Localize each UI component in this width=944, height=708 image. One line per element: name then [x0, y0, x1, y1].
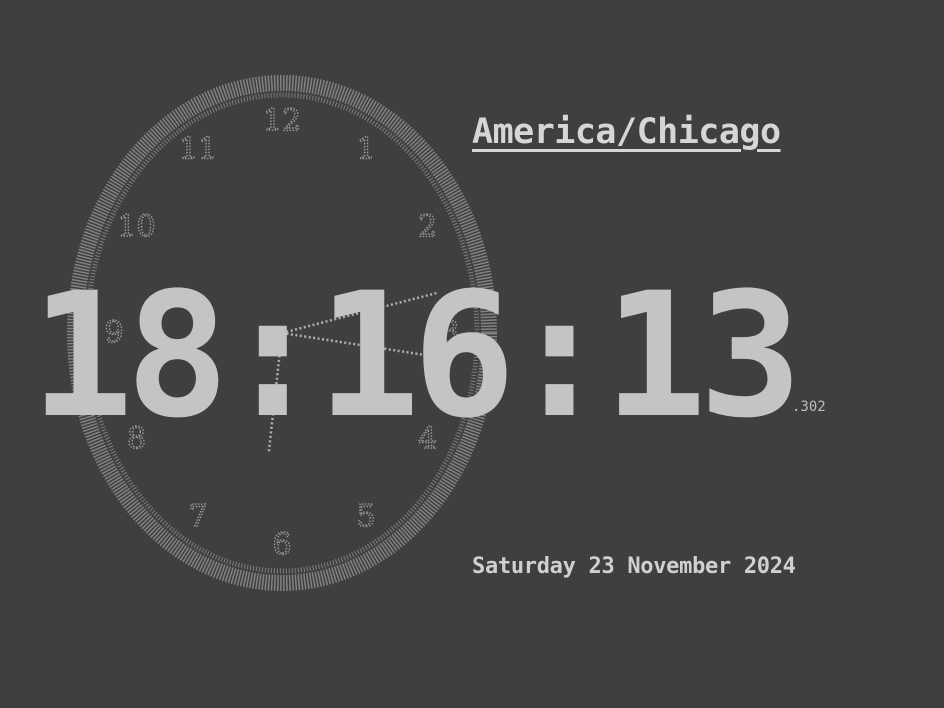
dial-number-1: 1: [356, 132, 375, 167]
dial-number-6: 6: [272, 528, 291, 563]
date-label: Saturday 23 November 2024: [472, 554, 796, 579]
dial-number-11: 11: [179, 132, 217, 167]
clock-screen: 12 1 2 3 4 5 6 7 8 9 10 11 America/Chicago 18:16:13…: [0, 0, 944, 708]
dial-number-2: 2: [418, 210, 437, 245]
timezone-label: America/Chicago: [472, 112, 781, 152]
dial-number-5: 5: [356, 499, 375, 534]
digital-time: 18:16:13: [30, 255, 802, 456]
dial-number-7: 7: [188, 499, 207, 534]
milliseconds-readout: .302: [792, 399, 826, 415]
dial-number-12: 12: [263, 104, 301, 139]
dial-number-10: 10: [117, 210, 155, 245]
